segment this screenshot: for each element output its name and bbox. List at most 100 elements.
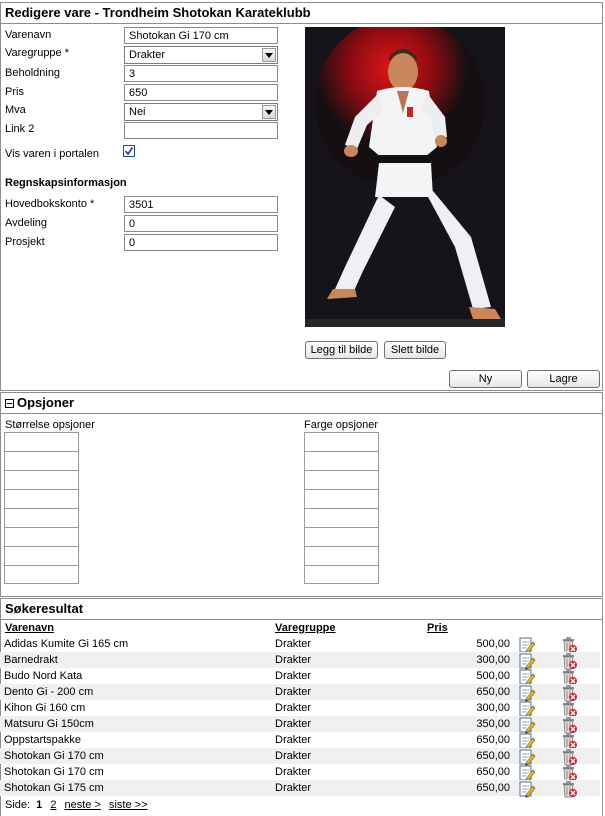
chevron-down-icon[interactable] bbox=[262, 48, 276, 62]
row-price: 650,00 bbox=[476, 750, 510, 762]
name-field[interactable]: Shotokan Gi 170 cm bbox=[124, 27, 278, 44]
row-group: Drakter bbox=[275, 638, 312, 650]
row-name: Adidas Kumite Gi 165 cm bbox=[4, 638, 129, 650]
size-options-label: Størrelse opsjoner bbox=[5, 419, 95, 431]
column-header-price[interactable]: Pris bbox=[427, 622, 448, 634]
row-name: Shotokan Gi 175 cm bbox=[4, 782, 104, 794]
size-option-slot[interactable] bbox=[5, 452, 78, 471]
department-field[interactable]: 0 bbox=[124, 215, 278, 232]
size-option-slot[interactable] bbox=[5, 528, 78, 547]
options-panel-header[interactable]: Opsjoner bbox=[1, 393, 602, 414]
color-option-slot[interactable] bbox=[305, 528, 378, 547]
collapse-minus-icon[interactable] bbox=[5, 398, 14, 408]
edit-panel: Redigere vare - Trondheim Shotokan Karat… bbox=[0, 2, 603, 391]
chevron-down-icon[interactable] bbox=[262, 105, 276, 119]
name-label: Varenavn bbox=[5, 29, 52, 41]
price-field[interactable]: 650 bbox=[124, 84, 278, 101]
stock-field[interactable]: 3 bbox=[124, 65, 278, 82]
new-button[interactable]: Ny bbox=[449, 370, 522, 388]
row-group: Drakter bbox=[275, 718, 312, 730]
color-option-slot[interactable] bbox=[305, 452, 378, 471]
row-price: 650,00 bbox=[476, 782, 510, 794]
table-row[interactable]: Dento Gi - 200 cm Drakter 650,00 bbox=[0, 684, 600, 702]
color-option-slot[interactable] bbox=[305, 471, 378, 490]
color-option-slot[interactable] bbox=[305, 490, 378, 509]
table-row[interactable]: Matsuru Gi 150cm Drakter 350,00 bbox=[0, 716, 600, 734]
column-header-name[interactable]: Varenavn bbox=[5, 622, 54, 634]
color-option-slot[interactable] bbox=[305, 509, 378, 528]
show-in-portal-checkbox[interactable] bbox=[123, 145, 135, 157]
project-field[interactable]: 0 bbox=[124, 234, 278, 251]
size-option-slot[interactable] bbox=[5, 547, 78, 566]
row-group: Drakter bbox=[275, 734, 312, 746]
pager-last[interactable]: siste >> bbox=[109, 799, 148, 811]
row-price: 350,00 bbox=[476, 718, 510, 730]
color-option-slot[interactable] bbox=[305, 433, 378, 452]
row-name: Shotokan Gi 170 cm bbox=[4, 766, 104, 778]
row-group: Drakter bbox=[275, 670, 312, 682]
row-name: Kihon Gi 160 cm bbox=[4, 702, 86, 714]
pager-label: Side: bbox=[5, 799, 31, 811]
delete-image-button[interactable]: Slett bilde bbox=[384, 341, 446, 359]
table-row[interactable]: Kihon Gi 160 cm Drakter 300,00 bbox=[0, 700, 600, 718]
row-group: Drakter bbox=[275, 686, 312, 698]
vat-select-value: Nei bbox=[129, 106, 146, 118]
table-row[interactable]: Shotokan Gi 175 cm Drakter 650,00 bbox=[0, 780, 600, 798]
options-panel-title: Opsjoner bbox=[17, 395, 75, 410]
table-row[interactable]: Shotokan Gi 170 cm Drakter 650,00 bbox=[0, 764, 600, 782]
link-label: Link 2 bbox=[5, 123, 35, 135]
group-select[interactable]: Drakter bbox=[124, 46, 278, 64]
pager: Side: 1 2 neste > siste >> bbox=[5, 799, 148, 811]
row-name: Dento Gi - 200 cm bbox=[4, 686, 94, 698]
row-price: 650,00 bbox=[476, 766, 510, 778]
checkmark-icon bbox=[124, 147, 134, 156]
results-panel-title: Søkeresultat bbox=[1, 599, 602, 620]
row-group: Drakter bbox=[275, 750, 312, 762]
edit-panel-title: Redigere vare - Trondheim Shotokan Karat… bbox=[1, 3, 602, 24]
department-label: Avdeling bbox=[5, 217, 47, 229]
row-name: Matsuru Gi 150cm bbox=[4, 718, 94, 730]
table-row[interactable]: Shotokan Gi 170 cm Drakter 650,00 bbox=[0, 748, 600, 766]
row-price: 300,00 bbox=[476, 654, 510, 666]
add-image-button[interactable]: Legg til bilde bbox=[305, 341, 378, 359]
table-row[interactable]: Adidas Kumite Gi 165 cm Drakter 500,00 bbox=[0, 636, 600, 654]
color-option-slot[interactable] bbox=[305, 566, 378, 585]
edit-icon[interactable] bbox=[518, 780, 536, 801]
size-option-slot[interactable] bbox=[5, 509, 78, 528]
row-price: 500,00 bbox=[476, 670, 510, 682]
product-image bbox=[305, 27, 505, 327]
column-header-group[interactable]: Varegruppe bbox=[275, 622, 336, 634]
vat-select[interactable]: Nei bbox=[124, 103, 278, 121]
pager-next[interactable]: neste > bbox=[65, 799, 101, 811]
save-button[interactable]: Lagre bbox=[527, 370, 600, 388]
row-name: Shotokan Gi 170 cm bbox=[4, 750, 104, 762]
size-option-slot[interactable] bbox=[5, 566, 78, 585]
account-field[interactable]: 3501 bbox=[124, 196, 278, 213]
group-label: Varegruppe * bbox=[5, 47, 70, 59]
pager-current-page: 1 bbox=[36, 799, 43, 811]
color-options-list[interactable] bbox=[304, 432, 379, 584]
account-label: Hovedbokskonto * bbox=[5, 198, 95, 210]
row-group: Drakter bbox=[275, 782, 312, 794]
project-label: Prosjekt bbox=[5, 236, 45, 248]
size-option-slot[interactable] bbox=[5, 490, 78, 509]
link-field[interactable] bbox=[124, 122, 278, 139]
row-group: Drakter bbox=[275, 654, 312, 666]
size-option-slot[interactable] bbox=[5, 433, 78, 452]
table-row[interactable]: Oppstartspakke Drakter 650,00 bbox=[0, 732, 600, 750]
trash-delete-icon[interactable] bbox=[560, 780, 578, 801]
row-group: Drakter bbox=[275, 766, 312, 778]
row-name: Budo Nord Kata bbox=[4, 670, 83, 682]
row-price: 500,00 bbox=[476, 638, 510, 650]
row-group: Drakter bbox=[275, 702, 312, 714]
color-option-slot[interactable] bbox=[305, 547, 378, 566]
color-options-label: Farge opsjoner bbox=[304, 419, 378, 431]
table-row[interactable]: Budo Nord Kata Drakter 500,00 bbox=[0, 668, 600, 686]
table-row[interactable]: Barnedrakt Drakter 300,00 bbox=[0, 652, 600, 670]
stock-label: Beholdning bbox=[5, 67, 61, 79]
size-option-slot[interactable] bbox=[5, 471, 78, 490]
pager-page-2[interactable]: 2 bbox=[50, 799, 56, 811]
row-price: 650,00 bbox=[476, 734, 510, 746]
size-options-list[interactable] bbox=[4, 432, 79, 584]
show-in-portal-label: Vis varen i portalen bbox=[5, 148, 99, 160]
